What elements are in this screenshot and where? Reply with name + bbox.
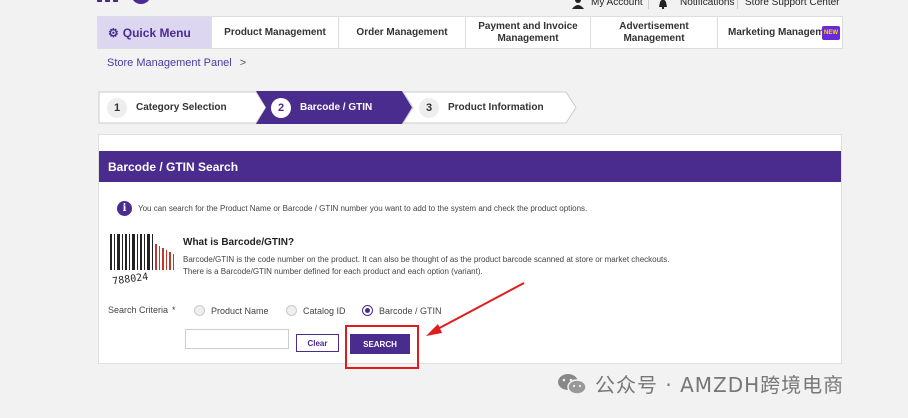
stepper: 1 Category Selection 2 Barcode / GTIN 3 … (98, 91, 578, 124)
radio-circle[interactable] (286, 305, 297, 316)
info-icon: i (117, 201, 132, 216)
required-mark: * (172, 305, 176, 315)
desc-line-1: Barcode/GTIN is the code number on the p… (183, 255, 670, 264)
radio-circle-selected[interactable] (362, 305, 373, 316)
brand-logo[interactable] (97, 0, 153, 10)
quick-menu-label: Quick Menu (122, 25, 191, 40)
breadcrumb: Store Management Panel > (107, 57, 246, 69)
gear-icon: ⚙ (108, 25, 119, 40)
quick-menu-button[interactable]: ⚙ Quick Menu (98, 17, 212, 48)
nav-marketing[interactable]: Marketing Managemen NEW (718, 17, 842, 48)
support-center-link[interactable]: Store Support Center (745, 0, 840, 8)
wechat-icon (558, 373, 587, 395)
what-is-barcode-title: What is Barcode/GTIN? (183, 237, 295, 248)
divider (648, 0, 649, 9)
notifications-link[interactable]: Notifications (680, 0, 734, 8)
desc-line-2: There is a Barcode/GTIN number defined f… (183, 267, 483, 276)
radio-label: Catalog ID (303, 305, 346, 316)
step-number: 1 (107, 97, 127, 118)
nav-marketing-label: Marketing Managemen (728, 26, 836, 38)
step-product-information[interactable]: 3 Product Information (402, 91, 578, 124)
radio-label: Product Name (211, 305, 269, 316)
panel-title: Barcode / GTIN Search (99, 151, 841, 182)
step-label: Category Selection (136, 102, 227, 113)
nav-order-management[interactable]: Order Management (339, 17, 466, 48)
top-bar: My Account Notifications Store Support C… (0, 0, 908, 14)
barcode-search-panel: Barcode / GTIN Search i You can search f… (98, 134, 842, 364)
nav-product-management[interactable]: Product Management (212, 17, 339, 48)
barcode-image: 788024 (110, 234, 174, 284)
radio-circle[interactable] (194, 305, 205, 316)
step-number: 3 (419, 97, 439, 118)
user-icon (572, 0, 584, 9)
criteria-text: Search Criteria (108, 305, 169, 315)
svg-text:788024: 788024 (112, 272, 149, 284)
bell-icon[interactable] (658, 0, 668, 10)
main-nav: ⚙ Quick Menu Product Management Order Ma… (97, 16, 843, 49)
radio-product-name[interactable]: Product Name (194, 305, 269, 316)
nav-advertisement[interactable]: Advertisement Management (591, 17, 718, 48)
new-badge: NEW (822, 26, 840, 40)
breadcrumb-store-panel[interactable]: Store Management Panel (107, 57, 232, 69)
chevron-right-icon: > (239, 57, 247, 69)
watermark: 公众号 · AMZDH跨境电商 (557, 369, 844, 398)
step-barcode-gtin[interactable]: 2 Barcode / GTIN (256, 91, 414, 124)
barcode-search-input[interactable] (185, 329, 289, 349)
info-message: i You can search for the Product Name or… (117, 201, 587, 216)
info-text: You can search for the Product Name or B… (138, 204, 588, 213)
radio-label: Barcode / GTIN (379, 305, 442, 316)
annotation-highlight-box (345, 325, 419, 369)
radio-barcode-gtin[interactable]: Barcode / GTIN (362, 305, 442, 316)
search-criteria-label: Search Criteria * (108, 305, 176, 315)
divider (737, 0, 738, 9)
radio-catalog-id[interactable]: Catalog ID (286, 305, 346, 316)
step-number: 2 (271, 97, 291, 118)
watermark-text: 公众号 · AMZDH跨境电商 (595, 373, 845, 397)
step-label: Product Information (448, 102, 544, 113)
what-is-barcode-desc: Barcode/GTIN is the code number on the p… (183, 254, 670, 278)
step-category-selection[interactable]: 1 Category Selection (98, 91, 268, 124)
nav-payment-invoice[interactable]: Payment and Invoice Management (466, 17, 591, 48)
step-label: Barcode / GTIN (300, 102, 373, 113)
my-account-link[interactable]: My Account (591, 0, 643, 8)
clear-button[interactable]: Clear (296, 334, 339, 352)
